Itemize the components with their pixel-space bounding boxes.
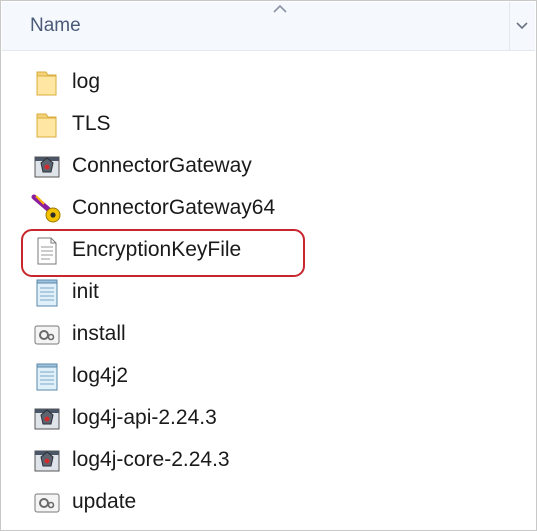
file-name: init	[72, 280, 99, 303]
file-row-connectorgateway64[interactable]: ConnectorGateway64	[29, 189, 499, 229]
settings-file-icon	[34, 325, 60, 345]
name-column-header[interactable]: Name	[30, 15, 81, 37]
sort-ascending-icon	[273, 4, 287, 13]
chevron-down-icon[interactable]	[513, 16, 531, 34]
notepad-icon	[36, 363, 58, 391]
folder-icon	[36, 113, 57, 138]
file-row-log4j-api[interactable]: log4j-api-2.24.3	[29, 399, 499, 439]
folder-icon	[36, 71, 57, 96]
file-name: log4j2	[72, 364, 129, 387]
java-archive-icon	[34, 408, 60, 430]
java-archive-icon	[34, 450, 60, 472]
file-name: TLS	[72, 112, 111, 135]
file-name: log4j-core-2.24.3	[72, 448, 230, 471]
file-name: log	[72, 70, 101, 93]
file-row-tls[interactable]: TLS	[29, 105, 499, 145]
file-name: install	[72, 322, 126, 345]
file-row-log4j2[interactable]: log4j2	[29, 357, 499, 397]
file-row-connectorgateway[interactable]: ConnectorGateway	[29, 147, 499, 187]
app-exe-icon	[34, 156, 60, 178]
file-row-init[interactable]: init	[29, 273, 499, 313]
file-list-pane: Name log TLS ConnectorGateway ConnectorG…	[0, 0, 537, 531]
file-name: ConnectorGateway	[72, 154, 252, 177]
file-row-update[interactable]: update	[29, 483, 499, 523]
column-divider[interactable]	[509, 2, 510, 50]
app-exe-64-icon	[31, 194, 61, 223]
notepad-icon	[36, 279, 58, 307]
settings-file-icon	[34, 493, 60, 513]
file-name: ConnectorGateway64	[72, 196, 276, 219]
highlight-annotation	[21, 229, 305, 277]
file-row-install[interactable]: install	[29, 315, 499, 355]
column-header-bar: Name	[2, 2, 535, 51]
file-name: log4j-api-2.24.3	[72, 406, 217, 429]
file-row-log[interactable]: log	[29, 63, 499, 103]
file-name: update	[72, 490, 137, 513]
file-row-log4j-core[interactable]: log4j-core-2.24.3	[29, 441, 499, 481]
